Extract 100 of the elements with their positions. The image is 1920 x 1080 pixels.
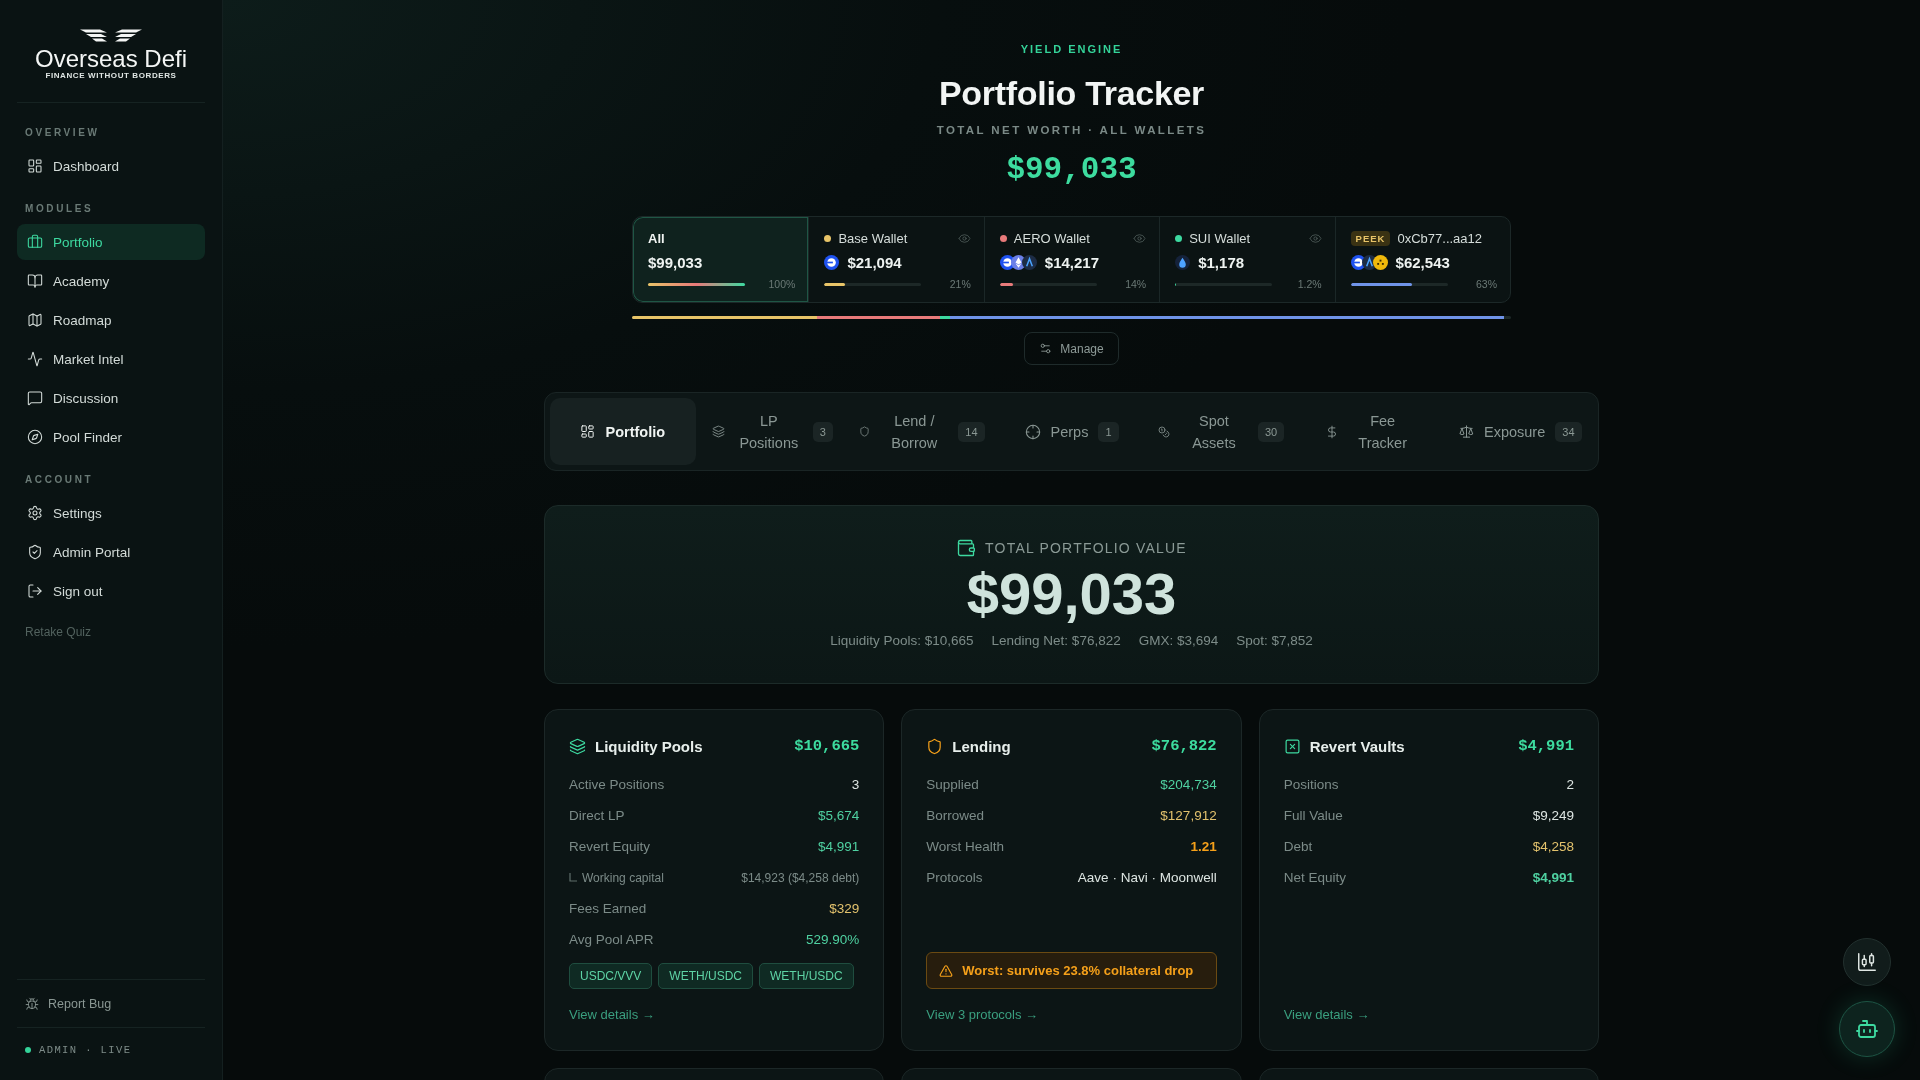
wallet-name: AERO Wallet <box>1013 230 1090 246</box>
section-label: MODULES <box>24 203 95 215</box>
pair-tag: WETH/USDC <box>759 963 854 989</box>
row-value: $9,249 <box>1532 808 1574 823</box>
nav-item[interactable]: Roadmap <box>17 302 205 338</box>
nav-item[interactable]: Admin Portal <box>17 534 205 570</box>
row-value: $14,923 ($4,258 debt) <box>741 870 860 885</box>
eye-icon[interactable] <box>1308 231 1322 245</box>
row-label: Fees Earned <box>569 901 647 916</box>
tab[interactable]: Portfolio <box>550 398 696 465</box>
map-icon <box>27 312 43 328</box>
row-label: Full Value <box>1283 808 1343 823</box>
wallet-card[interactable]: All $99,033 100% <box>633 217 809 302</box>
tab[interactable]: Lend / Borrow 14 <box>849 398 995 465</box>
row-label: Direct LP <box>569 808 625 823</box>
tab[interactable]: Perps 1 <box>998 398 1145 465</box>
wings-logo-icon <box>80 29 142 43</box>
row-value: $127,912 <box>1160 808 1217 823</box>
wallet-name: 0xCb77...aa12 <box>1397 230 1483 246</box>
row-value: $329 <box>829 901 860 916</box>
peek-badge: PEEK <box>1350 230 1391 246</box>
nav-item[interactable]: Academy <box>17 263 205 299</box>
token-icon <box>824 254 840 270</box>
wallet-icon <box>956 538 977 558</box>
pair-tag: WETH/USDC <box>658 963 754 989</box>
row-label: Net Equity <box>1283 870 1346 885</box>
shield-check-icon <box>27 544 43 560</box>
row-label: Positions <box>1283 777 1339 792</box>
layers-icon <box>711 425 725 438</box>
breakdown-item: GMX: $3,694 <box>1138 632 1219 650</box>
shield-icon <box>926 737 944 755</box>
wallet-name: All <box>648 230 665 246</box>
nav-item[interactable]: Market Intel <box>17 341 205 377</box>
row-label: Debt <box>1283 839 1313 854</box>
tab[interactable]: LP Positions 3 <box>699 398 846 465</box>
row-value: $5,674 <box>818 808 860 823</box>
row-value: $204,734 <box>1160 777 1217 792</box>
tab-count: 1 <box>1098 421 1119 442</box>
wallet-value: $1,178 <box>1198 253 1245 271</box>
token-icon <box>1175 254 1191 270</box>
eye-icon[interactable] <box>957 231 971 245</box>
compass-icon <box>27 429 43 445</box>
wallet-card[interactable]: Base Wallet $21,094 21% <box>808 217 984 302</box>
assistant-button[interactable] <box>1839 1001 1895 1057</box>
row-label: Supplied <box>926 777 979 792</box>
row-value: $4,258 <box>1532 839 1574 854</box>
view-link[interactable]: View details → <box>569 1006 655 1024</box>
wallet-card[interactable]: PEEK 0xCb77...aa12 $62,543 63% <box>1334 217 1510 302</box>
corner-line-icon <box>569 873 577 882</box>
net-worth-value: $99,033 <box>1006 151 1137 189</box>
nav-item[interactable]: Dashboard <box>17 148 205 184</box>
chart-button[interactable] <box>1843 938 1891 986</box>
breakdown-item: Liquidity Pools: $10,665 <box>830 632 974 650</box>
nav-item[interactable]: Portfolio <box>17 224 205 260</box>
sign-out-icon <box>27 583 43 599</box>
tab-count: 3 <box>812 421 833 442</box>
robot-icon <box>1855 1017 1879 1041</box>
token-icon <box>1372 254 1388 270</box>
book-icon <box>27 273 43 289</box>
shield-icon <box>859 426 871 437</box>
eye-icon[interactable] <box>1133 231 1147 245</box>
breakdown-item: Lending Net: $76,822 <box>991 632 1121 650</box>
nav-item[interactable]: Settings <box>17 495 205 531</box>
wallet-name: SUI Wallet <box>1189 230 1251 246</box>
share-percent: 21% <box>949 278 971 290</box>
manage-button[interactable]: Manage <box>1024 332 1119 365</box>
pair-tag: USDC/VVV <box>569 963 653 989</box>
row-label: Protocols <box>926 870 983 885</box>
tab-count: 14 <box>958 421 985 442</box>
total-label: TOTAL PORTFOLIO VALUE <box>985 540 1187 556</box>
bug-icon <box>25 996 39 1011</box>
nav-item[interactable]: Pool Finder <box>17 419 205 455</box>
dashboard-icon <box>27 158 43 174</box>
dashboard-icon <box>580 424 596 439</box>
tab[interactable]: Exposure 34 <box>1447 398 1594 465</box>
nav-item[interactable]: Discussion <box>17 380 205 416</box>
share-percent: 63% <box>1475 278 1497 290</box>
card-total: $4,991 <box>1518 737 1574 755</box>
candlestick-chart-icon <box>1856 951 1878 973</box>
row-value: $4,991 <box>1532 870 1574 885</box>
report-bug-button[interactable]: Report Bug <box>25 996 112 1011</box>
wallet-card[interactable]: SUI Wallet $1,178 1.2% <box>1159 217 1335 302</box>
briefcase-icon <box>27 234 43 250</box>
wallet-value: $99,033 <box>648 253 703 271</box>
wallet-name: Base Wallet <box>838 230 908 246</box>
alert-text: Worst: survives 23.8% collateral drop <box>962 963 1194 978</box>
wallet-card[interactable]: AERO Wallet $14,217 14% <box>983 217 1160 302</box>
row-value: 3 <box>851 777 860 792</box>
tab[interactable]: Spot Assets 30 <box>1148 398 1294 465</box>
nav-item[interactable]: Sign out <box>17 573 205 609</box>
section-label: OVERVIEW <box>24 127 101 139</box>
tab[interactable]: Fee Tracker <box>1297 398 1444 465</box>
view-link[interactable]: View details → <box>1283 1006 1370 1024</box>
row-label: Active Positions <box>569 777 665 792</box>
view-link[interactable]: View 3 protocols → <box>926 1006 1039 1024</box>
card-title: Liquidity Pools <box>595 737 703 755</box>
sliders-icon <box>1039 342 1053 355</box>
share-percent: 14% <box>1125 278 1147 290</box>
tab-count: 30 <box>1257 421 1285 442</box>
scale-icon <box>1459 424 1474 439</box>
